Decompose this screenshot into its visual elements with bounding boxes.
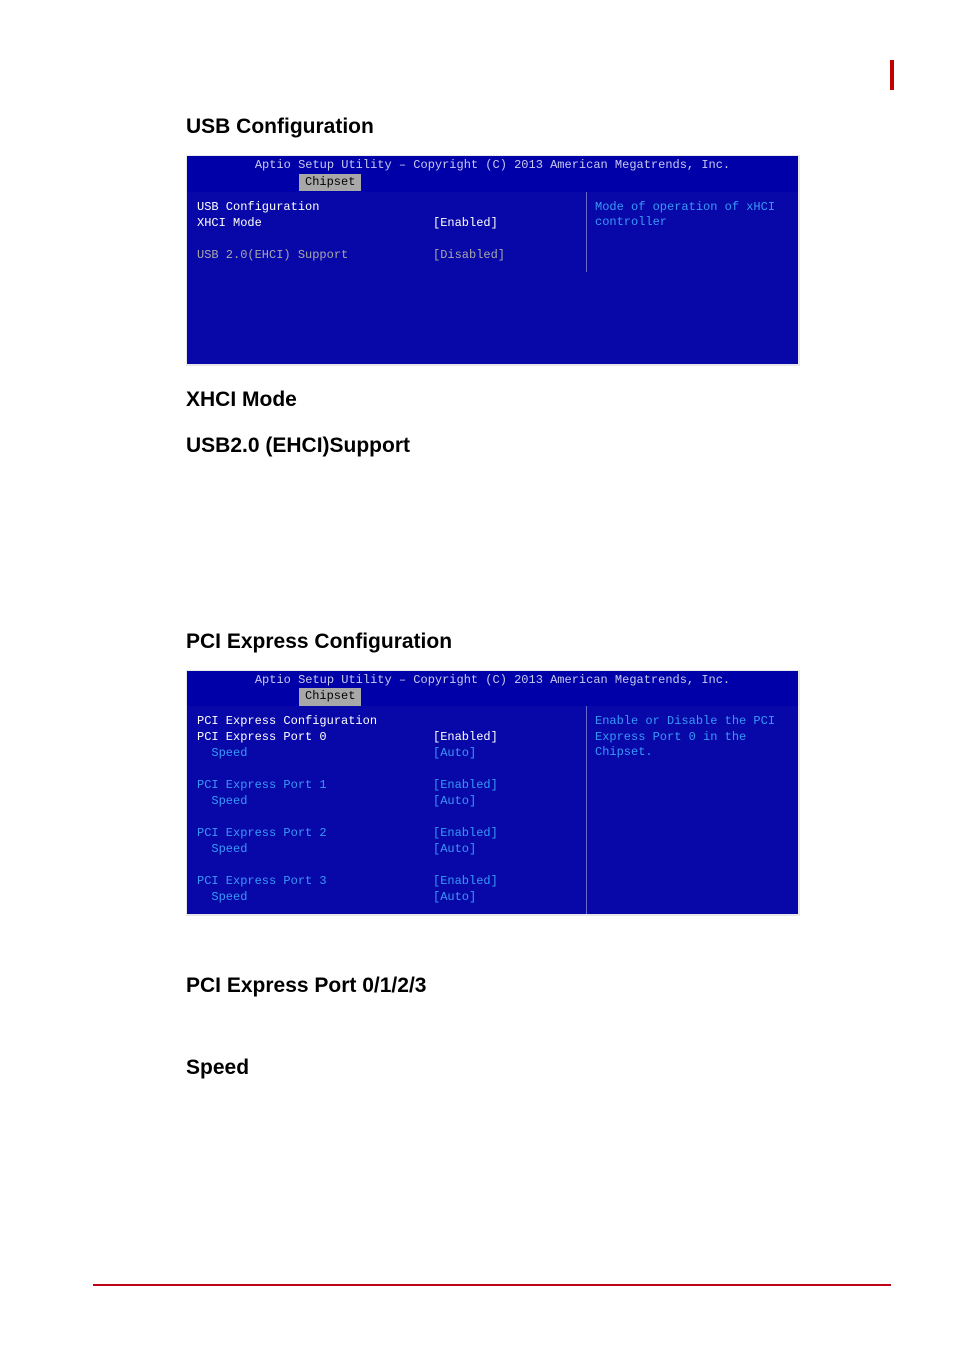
bios-setting-value[interactable]: [Auto] xyxy=(433,746,576,762)
bios-setting-row[interactable]: Speed[Auto] xyxy=(197,794,576,810)
bios-setting-label: USB 2.0(EHCI) Support xyxy=(197,248,433,264)
bios-empty-area xyxy=(187,272,798,364)
heading-speed: Speed xyxy=(186,1056,800,1080)
bios-setting-row: PCI Express Configuration xyxy=(197,714,576,730)
bios-setting-label: PCI Express Port 2 xyxy=(197,826,433,842)
heading-pci-config: PCI Express Configuration xyxy=(186,630,800,654)
heading-pci-ports: PCI Express Port 0/1/2/3 xyxy=(186,974,800,998)
bios-setting-label: Speed xyxy=(197,890,433,906)
bios-setting-value[interactable]: [Enabled] xyxy=(433,730,576,746)
bios-setting-row[interactable]: XHCI Mode[Enabled] xyxy=(197,216,576,232)
bios-setting-value xyxy=(433,810,576,826)
bios-help-pane: Enable or Disable the PCI Express Port 0… xyxy=(587,706,798,914)
bios-setting-row[interactable]: Speed[Auto] xyxy=(197,746,576,762)
bios-setting-value xyxy=(433,232,576,248)
bios-setting-label xyxy=(197,232,433,248)
page-content: USB Configuration Aptio Setup Utility – … xyxy=(0,0,800,1080)
bios-setting-value[interactable]: [Auto] xyxy=(433,890,576,906)
heading-usb-config: USB Configuration xyxy=(186,115,800,139)
bios-setting-value[interactable]: [Enabled] xyxy=(433,874,576,890)
bios-setting-label: Speed xyxy=(197,746,433,762)
bios-tab-chipset[interactable]: Chipset xyxy=(299,688,361,706)
bios-setting-label: USB Configuration xyxy=(197,200,433,216)
bios-title: Aptio Setup Utility – Copyright (C) 2013… xyxy=(187,156,798,174)
bios-setting-row[interactable]: Speed[Auto] xyxy=(197,890,576,906)
bios-setting-row[interactable]: PCI Express Port 3[Enabled] xyxy=(197,874,576,890)
heading-usb2-ehci: USB2.0 (EHCI)Support xyxy=(186,434,800,458)
bios-setting-label: PCI Express Port 3 xyxy=(197,874,433,890)
bios-screenshot-pci: Aptio Setup Utility – Copyright (C) 2013… xyxy=(186,670,800,917)
bios-setting-row xyxy=(197,762,576,778)
bios-setting-row xyxy=(197,810,576,826)
bios-setting-label: PCI Express Port 0 xyxy=(197,730,433,746)
bios-setting-label: XHCI Mode xyxy=(197,216,433,232)
bios-setting-row xyxy=(197,232,576,248)
footer-divider xyxy=(93,1284,891,1286)
bios-body: PCI Express ConfigurationPCI Express Por… xyxy=(187,706,798,914)
bios-setting-row[interactable]: PCI Express Port 1[Enabled] xyxy=(197,778,576,794)
bios-setting-row[interactable]: PCI Express Port 0[Enabled] xyxy=(197,730,576,746)
bios-setting-value[interactable]: [Enabled] xyxy=(433,826,576,842)
bios-setting-value[interactable]: [Enabled] xyxy=(433,778,576,794)
bios-setting-row[interactable]: PCI Express Port 2[Enabled] xyxy=(197,826,576,842)
bios-setting-label xyxy=(197,810,433,826)
bios-setting-row[interactable]: Speed[Auto] xyxy=(197,842,576,858)
bios-setting-row[interactable]: USB 2.0(EHCI) Support[Disabled] xyxy=(197,248,576,264)
page-marker xyxy=(890,60,894,90)
bios-setting-value[interactable]: [Auto] xyxy=(433,842,576,858)
bios-left-pane: USB ConfigurationXHCI Mode[Enabled]USB 2… xyxy=(187,192,587,272)
bios-tab-chipset[interactable]: Chipset xyxy=(299,174,361,192)
bios-setting-label xyxy=(197,762,433,778)
bios-setting-label: Speed xyxy=(197,794,433,810)
bios-setting-row xyxy=(197,858,576,874)
bios-title: Aptio Setup Utility – Copyright (C) 2013… xyxy=(187,671,798,689)
bios-setting-value[interactable]: [Disabled] xyxy=(433,248,576,264)
bios-screenshot-usb: Aptio Setup Utility – Copyright (C) 2013… xyxy=(186,155,800,366)
bios-setting-label xyxy=(197,858,433,874)
bios-body: USB ConfigurationXHCI Mode[Enabled]USB 2… xyxy=(187,192,798,272)
heading-xhci-mode: XHCI Mode xyxy=(186,388,800,412)
bios-setting-row: USB Configuration xyxy=(197,200,576,216)
bios-setting-label: PCI Express Configuration xyxy=(197,714,433,730)
bios-help-pane: Mode of operation of xHCI controller xyxy=(587,192,798,272)
bios-setting-label: PCI Express Port 1 xyxy=(197,778,433,794)
bios-setting-value xyxy=(433,714,576,730)
bios-left-pane: PCI Express ConfigurationPCI Express Por… xyxy=(187,706,587,914)
bios-tab-row: Chipset xyxy=(187,174,798,192)
bios-tab-row: Chipset xyxy=(187,688,798,706)
bios-setting-value xyxy=(433,858,576,874)
bios-setting-value xyxy=(433,200,576,216)
bios-setting-value[interactable]: [Auto] xyxy=(433,794,576,810)
bios-setting-value[interactable]: [Enabled] xyxy=(433,216,576,232)
bios-setting-value xyxy=(433,762,576,778)
bios-setting-label: Speed xyxy=(197,842,433,858)
